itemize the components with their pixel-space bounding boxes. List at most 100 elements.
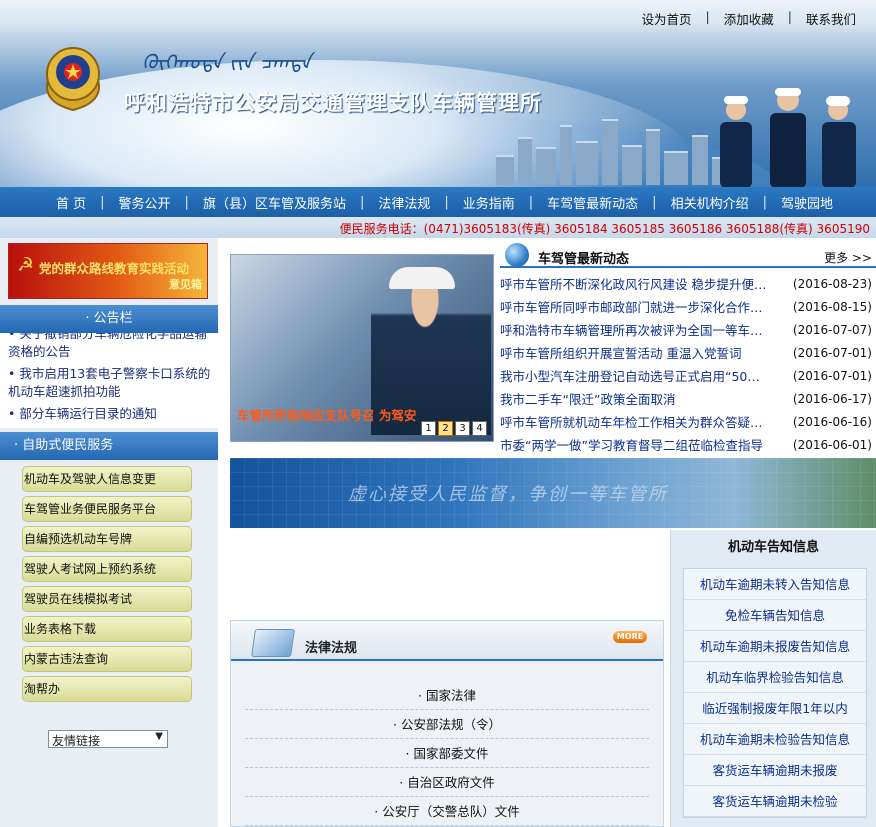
vehicle-notice-item[interactable]: 机动车逾期未报废告知信息 bbox=[684, 631, 866, 662]
slide-page-1[interactable]: 1 bbox=[421, 421, 436, 436]
news-date: (2016-07-01) bbox=[792, 345, 872, 360]
news-item: 市委“两学一做”学习教育督导二组莅临检查指导 (2016-06-01) bbox=[500, 433, 876, 456]
law-link-region-docs[interactable]: 自治区政府文件 bbox=[245, 768, 649, 797]
news-date: (2016-07-07) bbox=[792, 322, 872, 337]
laws-panel: 法律法规 MORE 国家法律 公安部法规（令） 国家部委文件 自治区政府文件 公… bbox=[230, 620, 664, 827]
notice-item[interactable]: 我市启用13套电子警察卡口系统的机动车超速抓拍功能 bbox=[8, 365, 214, 401]
news-title: 车驾管最新动态 bbox=[538, 252, 630, 267]
taobangban-button[interactable]: 淘帮办 bbox=[22, 676, 192, 702]
nav-police-affairs[interactable]: 警务公开 bbox=[119, 193, 171, 212]
laws-more-button[interactable]: MORE bbox=[613, 631, 647, 643]
nav-driver-garden[interactable]: 驾驶园地 bbox=[781, 193, 833, 212]
news-header: 车驾管最新动态 更多 >> bbox=[500, 240, 876, 268]
vehicle-notice-title: 机动车告知信息 bbox=[727, 540, 819, 555]
add-favorite-link[interactable]: 添加收藏 bbox=[724, 9, 774, 28]
law-link-police-dept-docs[interactable]: 公安厅（交警总队）文件 bbox=[245, 797, 649, 826]
set-homepage-link[interactable]: 设为首页 bbox=[642, 9, 692, 28]
vehicle-notice-item[interactable]: 免检车辆告知信息 bbox=[684, 600, 866, 631]
news-date: (2016-06-01) bbox=[792, 437, 872, 452]
news-link[interactable]: 呼和浩特市车辆管理所再次被评为全国一等车辆管理所 bbox=[500, 320, 772, 339]
law-link-ministry-docs[interactable]: 国家部委文件 bbox=[245, 739, 649, 768]
news-date: (2016-08-15) bbox=[792, 299, 872, 314]
police-officers-image bbox=[720, 88, 856, 187]
vehicle-notice-item[interactable]: 临近强制报废年限1年以内 bbox=[684, 693, 866, 724]
nav-laws[interactable]: 法律法规 bbox=[378, 193, 430, 212]
news-item: 我市二手车“限迁”政策全面取消 (2016-06-17) bbox=[500, 387, 876, 410]
mock-exam-button[interactable]: 驾驶员在线模拟考试 bbox=[22, 586, 192, 612]
nav-business-guide[interactable]: 业务指南 bbox=[463, 193, 515, 212]
news-link[interactable]: 呼市车管所就机动车年检工作相关为群众答疑解惑 bbox=[500, 412, 772, 431]
party-activity-banner[interactable]: ☭ 党的群众路线教育实践活动 意见箱 bbox=[8, 243, 208, 299]
news-link[interactable]: 呼市车管所同呼市邮政部门就进一步深化合作进行座谈 bbox=[500, 297, 772, 316]
party-banner-line2: 意见箱 bbox=[169, 278, 202, 291]
notice-item[interactable]: 关于撤销部分车辆危险化学品运输资格的公告 bbox=[8, 333, 214, 361]
laws-title: 法律法规 bbox=[305, 641, 358, 656]
news-item: 我市小型汽车注册登记自动选号正式启用“50选1” (2016-07-01) bbox=[500, 364, 876, 387]
self-service-header: · 自助式便民服务 bbox=[0, 432, 218, 460]
friend-links-value: 友情链接 bbox=[52, 734, 101, 748]
notice-list: 关于撤销部分车辆危险化学品运输资格的公告 我市启用13套电子警察卡口系统的机动车… bbox=[0, 333, 218, 428]
vehicle-notice-item[interactable]: 客货运车辆逾期未报废 bbox=[684, 755, 866, 786]
nav-related-agencies[interactable]: 相关机构介绍 bbox=[671, 193, 749, 212]
slideshow-pager: 1 2 3 4 bbox=[421, 421, 487, 436]
plate-preselect-button[interactable]: 自编预选机动车号牌 bbox=[22, 526, 192, 552]
news-date: (2016-08-23) bbox=[792, 276, 872, 291]
globe-icon bbox=[505, 243, 529, 267]
contact-us-link[interactable]: 联系我们 bbox=[806, 9, 856, 28]
friend-links-select[interactable]: 友情链接 ▼ bbox=[48, 730, 168, 748]
news-item: 呼市车管所就机动车年检工作相关为群众答疑解惑 (2016-06-16) bbox=[500, 410, 876, 433]
news-link[interactable]: 我市二手车“限迁”政策全面取消 bbox=[500, 389, 772, 408]
news-link[interactable]: 呼市车管所不断深化政风行风建设 稳步提升便民服务水平 bbox=[500, 274, 772, 293]
main-nav: 首 页 | 警务公开 | 旗（县）区车管及服务站 | 法律法规 | 业务指南 | 车驾管最… bbox=[0, 187, 876, 217]
photo-slideshow[interactable]: 车管所积极响应支队号召 为驾安 1 2 3 4 bbox=[230, 254, 494, 442]
slogan-text: 虚心接受人民监督，争创一等车管所 bbox=[348, 484, 668, 505]
vehicle-notice-item[interactable]: 机动车逾期未转入告知信息 bbox=[684, 569, 866, 600]
news-date: (2016-06-17) bbox=[792, 391, 872, 406]
law-link-ministry-regulations[interactable]: 公安部法规（令） bbox=[245, 710, 649, 739]
vehicle-notice-panel: 机动车告知信息 机动车逾期未转入告知信息 免检车辆告知信息 机动车逾期未报废告知… bbox=[670, 530, 876, 827]
slogan-banner: 虚心接受人民监督，争创一等车管所 bbox=[230, 458, 876, 528]
hammer-sickle-icon: ☭ bbox=[17, 254, 35, 276]
service-platform-button[interactable]: 车驾管业务便民服务平台 bbox=[22, 496, 192, 522]
header-banner: 设为首页 | 添加收藏 | 联系我们 ᠬᠥᠬᠡᠬᠣᠲᠠ ᠵᠢᠨ ᠴᠠᠭᠳᠠ 呼和… bbox=[0, 0, 876, 187]
mongolian-title: ᠬᠥᠬᠡᠬᠣᠲᠠ ᠵᠢᠨ ᠴᠠᠭᠳᠠ bbox=[142, 50, 312, 74]
vehicle-notice-item[interactable]: 机动车临界检验告知信息 bbox=[684, 662, 866, 693]
service-hotline: 便民服务电话：(0471)3605183(传真) 3605184 3605185… bbox=[0, 217, 876, 238]
news-date: (2016-07-01) bbox=[792, 368, 872, 383]
notice-item[interactable]: 部分车辆运行目录的通知 bbox=[8, 405, 214, 423]
slide-page-3[interactable]: 3 bbox=[455, 421, 470, 436]
law-link-national[interactable]: 国家法律 bbox=[245, 681, 649, 710]
news-item: 呼市车管所不断深化政风行风建设 稳步提升便民服务水平 (2016-08-23) bbox=[500, 272, 876, 295]
nav-district-stations[interactable]: 旗（县）区车管及服务站 bbox=[203, 193, 346, 212]
vehicle-notice-item[interactable]: 机动车逾期未检验告知信息 bbox=[684, 724, 866, 755]
vehicle-notice-item[interactable]: 客货运车辆逾期未检验 bbox=[684, 786, 866, 817]
vehicle-notice-list: 机动车逾期未转入告知信息 免检车辆告知信息 机动车逾期未报废告知信息 机动车临界… bbox=[683, 568, 867, 818]
notice-board-header: · 公告栏 bbox=[0, 305, 218, 333]
laws-header: 法律法规 MORE bbox=[231, 621, 663, 661]
party-banner-line1: 党的群众路线教育实践活动 bbox=[39, 261, 190, 276]
news-date: (2016-06-16) bbox=[792, 414, 872, 429]
nav-home[interactable]: 首 页 bbox=[56, 193, 86, 212]
laws-list: 国家法律 公安部法规（令） 国家部委文件 自治区政府文件 公安厅（交警总队）文件 bbox=[245, 681, 649, 826]
police-emblem-icon bbox=[46, 47, 100, 112]
news-link[interactable]: 呼市车管所组织开展宣誓活动 重温入党誓词 bbox=[500, 343, 772, 362]
self-service-buttons: 机动车及驾驶人信息变更 车驾管业务便民服务平台 自编预选机动车号牌 驾驶人考试网… bbox=[0, 466, 218, 706]
slideshow-caption[interactable]: 车管所积极响应支队号召 为驾安 bbox=[237, 405, 416, 424]
news-list: 呼市车管所不断深化政风行风建设 稳步提升便民服务水平 (2016-08-23) 呼… bbox=[500, 272, 876, 456]
form-download-button[interactable]: 业务表格下载 bbox=[22, 616, 192, 642]
news-item: 呼和浩特市车辆管理所再次被评为全国一等车辆管理所 (2016-07-07) bbox=[500, 318, 876, 341]
news-link[interactable]: 市委“两学一做”学习教育督导二组莅临检查指导 bbox=[500, 435, 772, 454]
info-change-button[interactable]: 机动车及驾驶人信息变更 bbox=[22, 466, 192, 492]
latest-news-panel: 车驾管最新动态 更多 >> 呼市车管所不断深化政风行风建设 稳步提升便民服务水平… bbox=[500, 240, 876, 458]
nav-latest-news[interactable]: 车驾管最新动态 bbox=[547, 193, 638, 212]
news-link[interactable]: 我市小型汽车注册登记自动选号正式启用“50选1” bbox=[500, 366, 772, 385]
exam-booking-button[interactable]: 驾驶人考试网上预约系统 bbox=[22, 556, 192, 582]
slide-page-4[interactable]: 4 bbox=[472, 421, 487, 436]
dropdown-arrow-icon: ▼ bbox=[155, 731, 163, 742]
monitor-icon bbox=[251, 629, 295, 657]
violation-query-button[interactable]: 内蒙古违法查询 bbox=[22, 646, 192, 672]
top-links: 设为首页 | 添加收藏 | 联系我们 bbox=[641, 9, 856, 28]
news-item: 呼市车管所组织开展宣誓活动 重温入党誓词 (2016-07-01) bbox=[500, 341, 876, 364]
news-more-link[interactable]: 更多 >> bbox=[824, 249, 872, 266]
slide-page-2[interactable]: 2 bbox=[438, 421, 453, 436]
